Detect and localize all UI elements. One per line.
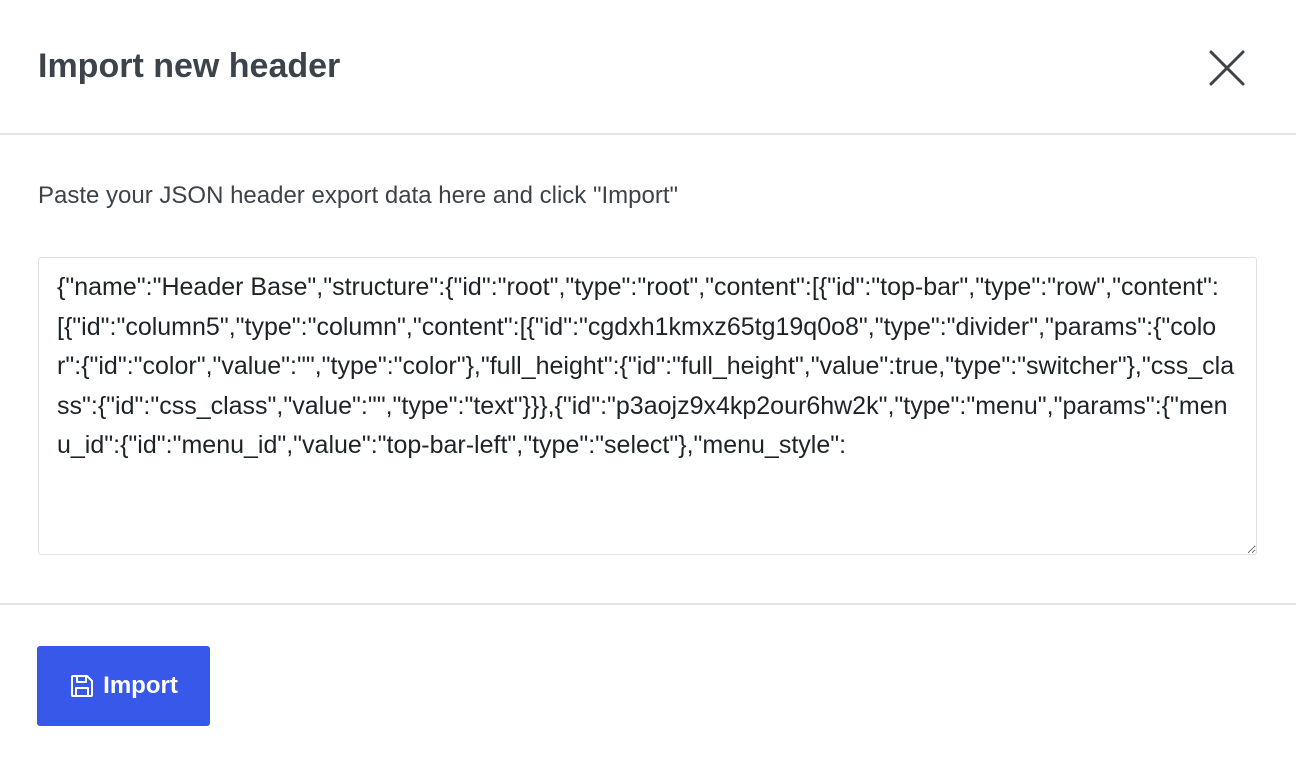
instructions-text: Paste your JSON header export data here …: [38, 182, 679, 209]
dialog-footer: Import: [0, 605, 1296, 764]
dialog-title: Import new header: [38, 47, 341, 85]
close-icon: [1209, 50, 1245, 86]
json-input[interactable]: {"name":"Header Base","structure":{"id":…: [38, 257, 1257, 555]
save-icon: [69, 673, 95, 699]
import-button[interactable]: Import: [37, 646, 210, 726]
dialog-body: Paste your JSON header export data here …: [0, 135, 1296, 605]
dialog-header: Import new header: [0, 0, 1296, 135]
import-header-dialog: Import new header Paste your JSON header…: [0, 0, 1296, 764]
import-button-label: Import: [103, 672, 178, 699]
close-button[interactable]: [1203, 44, 1251, 92]
